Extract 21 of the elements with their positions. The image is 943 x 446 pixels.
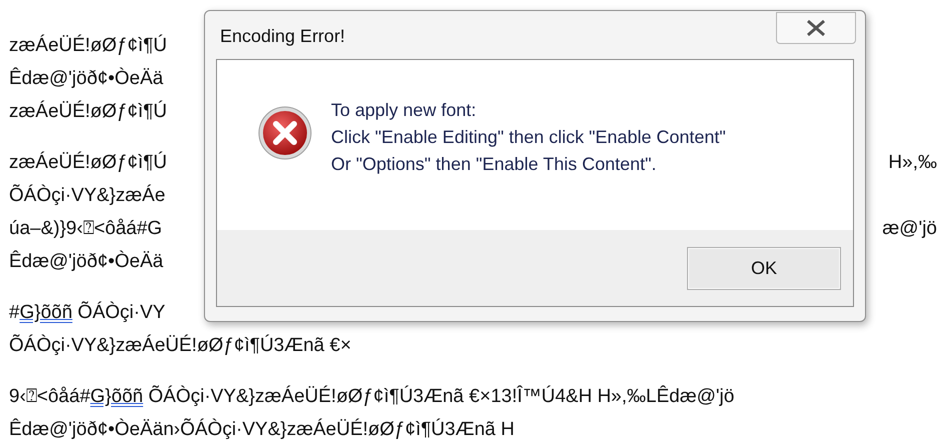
document-text: Êdæ@'jöð¢•ÒeÄän›ÕÁÒçi·VY&}zæÁeÜÉ!øØƒ¢ì¶Ú3Ænã H — [9, 417, 514, 442]
close-button[interactable] — [776, 12, 856, 44]
document-text: zæÁeÜÉ!øØƒ¢ì¶Ú — [9, 100, 168, 124]
document-text: ÕÁÒçi·VY&}zæÁeÜÉ!øØƒ¢ì¶Ú3Ænã €× — [9, 333, 352, 358]
document-text: zæÁeÜÉ!øØƒ¢ì¶Ú — [9, 34, 168, 58]
document-text: 9‹⍰<ôåá#G}õõñ ÕÁÒçi·VY&}zæÁeÜÉ!øØƒ¢ì¶Ú3Ænã €×13!Î™Ú4&H H»,‰LÊdæ@'jö — [9, 384, 734, 410]
dialog-message: Click "Enable Editing" then click "Enable Content" — [331, 126, 726, 149]
ok-button[interactable]: OK — [687, 246, 841, 290]
dialog-message: To apply new font: — [331, 99, 478, 122]
dialog-title: Encoding Error! — [220, 25, 346, 48]
document-text: #G}õõñ ÕÁÒçi·VY — [9, 300, 166, 326]
document-text: úa–&)}9‹⍰<ôåá#G — [9, 217, 162, 242]
close-icon — [805, 19, 827, 37]
document-text: zæÁeÜÉ!øØƒ¢ì¶Ú — [9, 150, 168, 176]
document-text: ÕÁÒçi·VY&}zæÁe — [9, 183, 166, 208]
dialog-message: Or "Options" then "Enable This Content". — [331, 153, 658, 176]
document-text: Êdæ@'jöð¢•ÒeÄä — [9, 249, 164, 274]
error-icon — [257, 105, 313, 161]
document-text: Êdæ@'jöð¢•ÒeÄä — [9, 66, 164, 92]
document-text: æ@'jö — [882, 217, 937, 242]
document-text: H»,‰ — [888, 151, 937, 176]
